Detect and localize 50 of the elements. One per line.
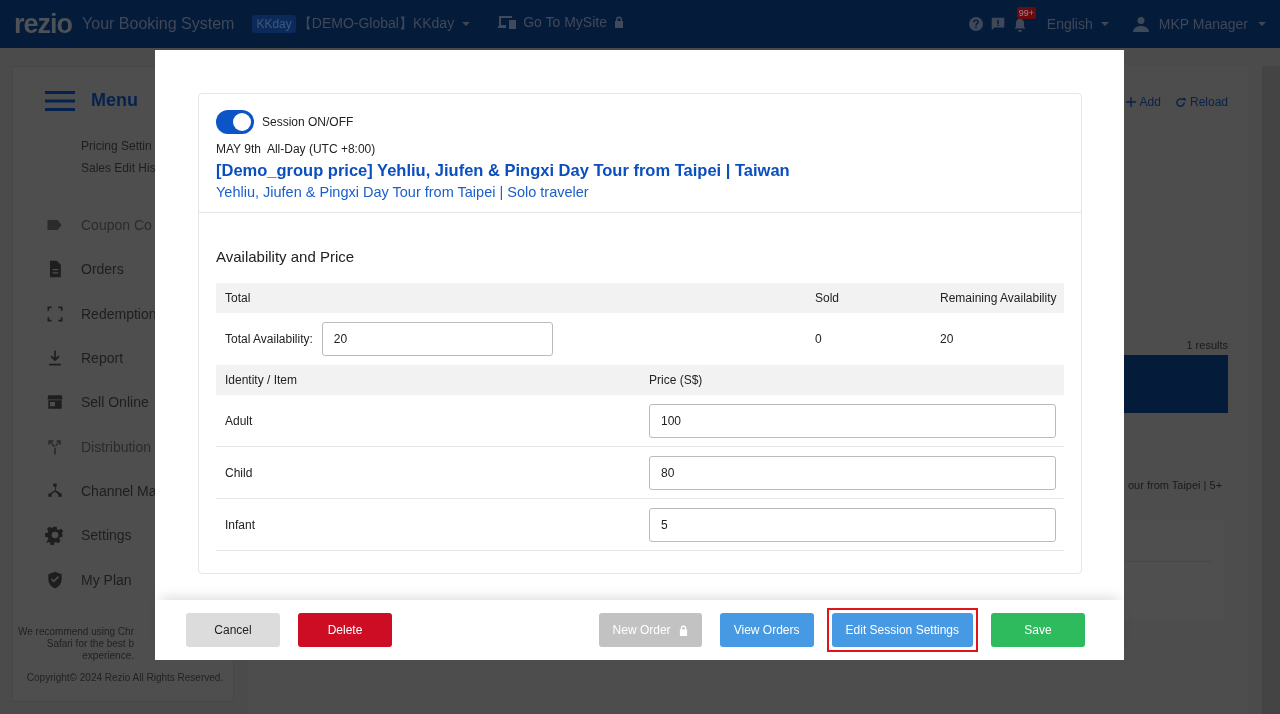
help-icon[interactable]: [968, 17, 983, 31]
language-dropdown[interactable]: English: [1046, 16, 1109, 32]
menu-title: Menu: [91, 90, 138, 111]
column-header: Identity / Item: [224, 373, 299, 387]
add-link[interactable]: Add: [1125, 95, 1161, 109]
person-icon: [1132, 16, 1149, 32]
table-cell-text: Child: [224, 465, 254, 480]
product-option: Yehliu, Jiufen & Pingxi Day Tour from Taipei | Solo traveler: [216, 184, 1064, 200]
reload-icon: [1174, 96, 1186, 108]
reload-link[interactable]: Reload: [1174, 95, 1228, 109]
bell-icon[interactable]: [1012, 16, 1027, 32]
tagline: Your Booking System: [82, 15, 235, 33]
field-label: Total Availability:: [225, 332, 313, 346]
go-to-mysite-link[interactable]: Go To MySite: [498, 14, 624, 30]
price-field[interactable]: 100: [649, 403, 1056, 438]
dialog-button[interactable]: Cancel: [186, 613, 280, 647]
table-cell-text: Adult: [224, 413, 254, 428]
message-icon[interactable]: [990, 17, 1005, 31]
user-menu[interactable]: MKP Manager: [1132, 16, 1266, 32]
price-field[interactable]: 5: [649, 507, 1056, 542]
column-header: Total: [224, 291, 252, 305]
column-header: Remaining Availability: [940, 291, 1058, 305]
plus-icon: [1125, 97, 1136, 107]
table-cell-text: Infant: [224, 517, 257, 532]
shield-check-icon: [45, 569, 65, 590]
section-title: Availability and Price: [216, 248, 356, 265]
logo[interactable]: rezio: [14, 8, 73, 40]
dialog-button[interactable]: Delete: [298, 613, 392, 647]
dialog-button[interactable]: Save: [991, 613, 1085, 647]
notification-badge: 99+: [1016, 6, 1037, 19]
dialog-button[interactable]: View Orders: [719, 613, 814, 647]
price-field[interactable]: 80: [649, 455, 1056, 490]
caret-icon: [1258, 22, 1266, 26]
caret-icon: [1100, 22, 1109, 26]
table-cell-text: 20: [940, 332, 955, 346]
column-header: Price (S$): [649, 373, 704, 387]
total-availability-field[interactable]: 20: [321, 322, 553, 356]
organization-dropdown[interactable]: 【DEMO-Global】KKday: [297, 15, 471, 33]
product-title: [Demo_group price] Yehliu, Jiufen & Pingxi Day Tour from Taipei | Taiwan: [216, 161, 791, 180]
table-cell-text: 0: [815, 332, 823, 346]
column-header: Sold: [815, 291, 841, 305]
caret-icon: [462, 22, 471, 26]
session-toggle[interactable]: [216, 110, 254, 134]
gear-icon: [45, 525, 65, 546]
lock-icon: [613, 16, 624, 28]
dialog-button[interactable]: Edit Session Settings: [831, 613, 973, 647]
session-date: MAY 9th All-Day (UTC +8:00): [216, 142, 377, 156]
menu-icon[interactable]: [45, 90, 75, 111]
toggle-label: Session ON/OFF: [262, 115, 354, 129]
devices-icon: [498, 15, 517, 29]
